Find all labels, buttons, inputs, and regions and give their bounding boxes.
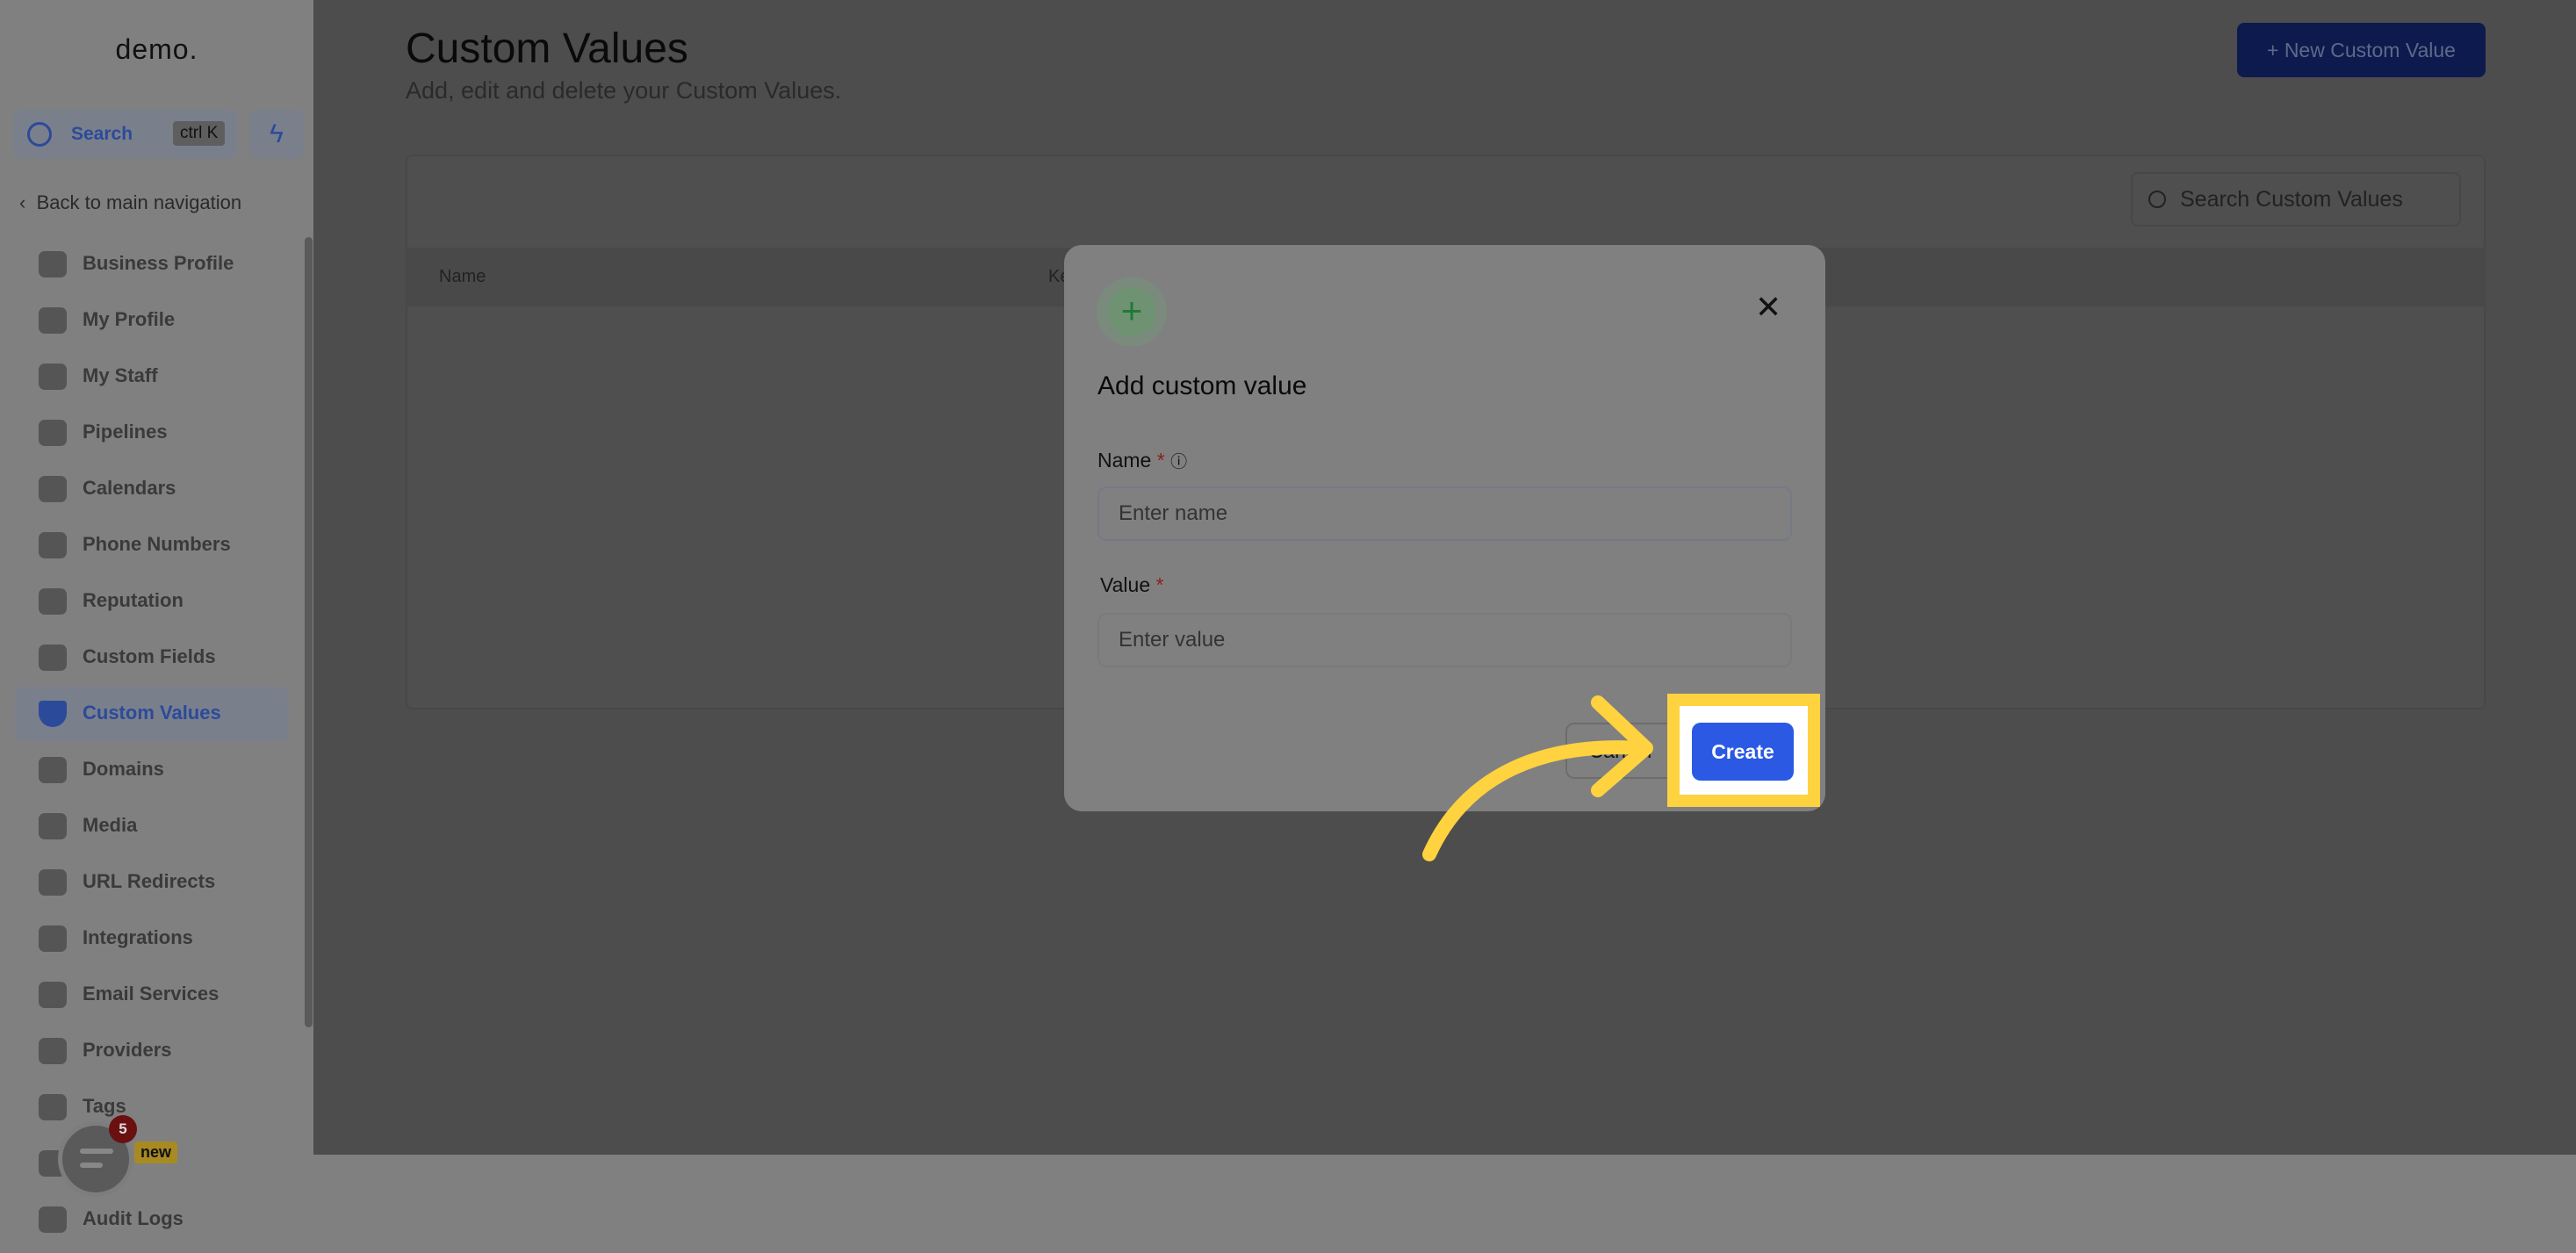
pointer-arrow-icon [1422,695,1653,861]
